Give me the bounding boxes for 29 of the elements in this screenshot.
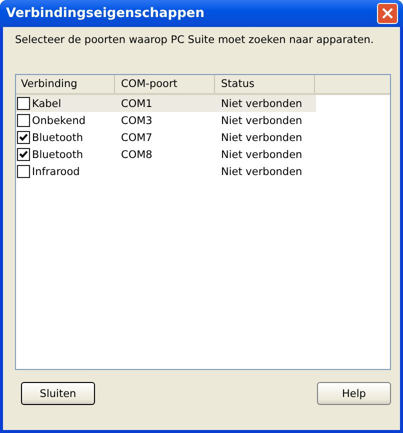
table-cell: COM7: [121, 132, 152, 144]
table-row[interactable]: Bluetooth COM8 Niet verbonden: [16, 146, 316, 163]
dialog-button[interactable]: Help: [317, 382, 391, 405]
table-row[interactable]: Kabel COM1 Niet verbonden: [16, 95, 316, 112]
checkbox[interactable]: [17, 165, 30, 178]
table-cell: Niet verbonden: [221, 98, 302, 110]
table-cell: Niet verbonden: [221, 166, 302, 178]
table-cell: Niet verbonden: [221, 148, 302, 160]
instruction-text: Selecteer de poorten waarop PC Suite moet zoeken naar apparaten.: [15, 34, 375, 48]
table-cell: COM3: [121, 114, 152, 126]
table-cell: Kabel: [32, 98, 62, 110]
dialog-button[interactable]: Sluiten: [21, 382, 95, 405]
table-cell: Niet verbonden: [221, 132, 302, 144]
checkbox[interactable]: [17, 114, 30, 127]
table-cell: Infrarood: [32, 166, 80, 178]
table-cell: Onbekend: [32, 114, 86, 126]
table-cell: Bluetooth: [32, 148, 83, 160]
table-row[interactable]: Infrarood Niet verbonden: [16, 163, 316, 180]
table-row[interactable]: Bluetooth COM7 Niet verbonden: [16, 129, 316, 146]
checkbox[interactable]: [17, 148, 30, 161]
table-cell: Bluetooth: [32, 132, 83, 144]
checkbox[interactable]: [17, 131, 30, 144]
table-cell: COM8: [121, 148, 152, 160]
table-cell: COM1: [121, 98, 152, 110]
table-cell: Niet verbonden: [221, 114, 302, 126]
table-row[interactable]: Onbekend COM3 Niet verbonden: [16, 112, 316, 129]
window-title: Verbindingseigenschappen: [6, 6, 204, 21]
checkbox[interactable]: [17, 97, 30, 110]
close-button[interactable]: ×: [377, 3, 398, 24]
